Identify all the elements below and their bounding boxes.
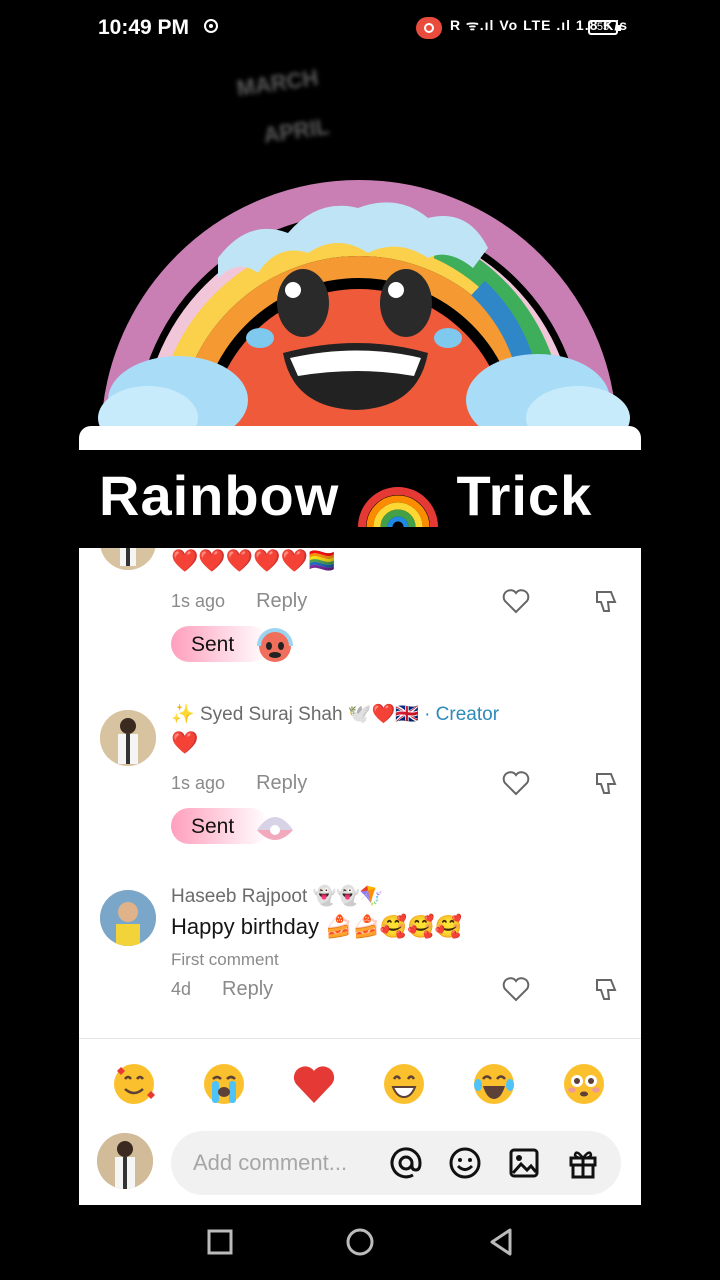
comment-text: ❤️ bbox=[171, 730, 199, 755]
sent-status-pill: Sent bbox=[171, 626, 293, 662]
home-icon[interactable] bbox=[345, 1227, 375, 1257]
flushed-face-icon[interactable] bbox=[561, 1061, 607, 1107]
sent-status-pill: Sent bbox=[171, 808, 293, 844]
dislike-icon[interactable] bbox=[591, 768, 621, 798]
like-heart-icon[interactable] bbox=[501, 974, 531, 1004]
crying-face-icon bbox=[257, 628, 293, 662]
status-bar: 10:49 PM R ᯤ.ıl Vo LTE .ıl 1.8 K/s 55 bbox=[0, 0, 720, 58]
system-nav-bar bbox=[0, 1205, 720, 1280]
rainbow-sticker bbox=[98, 180, 630, 450]
beaming-face-icon[interactable] bbox=[381, 1061, 427, 1107]
smiling-face-with-hearts-icon[interactable] bbox=[111, 1061, 157, 1107]
creator-badge: · Creator bbox=[424, 704, 500, 725]
video-player[interactable]: MARCH APRIL Rainbow Trick bbox=[0, 58, 720, 548]
comment-text: ❤️❤️❤️❤️❤️🏳️‍🌈 bbox=[171, 548, 336, 573]
comment-meta: 4d Reply bbox=[171, 978, 274, 1000]
avatar[interactable] bbox=[100, 890, 156, 946]
red-heart-icon[interactable] bbox=[291, 1061, 337, 1107]
comment-username[interactable]: Haseeb Rajpoot 👻👻🪁 bbox=[171, 884, 384, 908]
image-icon[interactable] bbox=[507, 1146, 541, 1180]
current-user-avatar[interactable] bbox=[97, 1133, 153, 1189]
comment-username[interactable]: ✨ Syed Suraj Shah 🕊️❤️🇬🇧 · Creator bbox=[171, 702, 499, 726]
avatar[interactable] bbox=[100, 548, 156, 570]
rainbow-icon bbox=[357, 487, 438, 528]
location-icon bbox=[204, 19, 218, 33]
avatar[interactable] bbox=[100, 710, 156, 766]
comment-meta: 1s ago Reply bbox=[171, 772, 308, 794]
gift-icon[interactable] bbox=[566, 1146, 600, 1180]
dislike-icon[interactable] bbox=[591, 974, 621, 1004]
comments-panel: ❤️❤️❤️❤️❤️🏳️‍🌈 1s ago Reply Sent ✨ Syed … bbox=[79, 548, 641, 1205]
dislike-icon[interactable] bbox=[591, 586, 621, 616]
reply-button[interactable]: Reply bbox=[222, 978, 273, 1000]
quick-emoji-bar bbox=[79, 1038, 641, 1119]
recent-apps-icon[interactable] bbox=[205, 1227, 235, 1257]
like-heart-icon[interactable] bbox=[501, 586, 531, 616]
status-time: 10:49 PM bbox=[98, 16, 190, 39]
like-heart-icon[interactable] bbox=[501, 768, 531, 798]
loudly-crying-face-icon[interactable] bbox=[201, 1061, 247, 1107]
comment-meta: 1s ago Reply bbox=[171, 590, 308, 612]
video-title: Rainbow Trick bbox=[99, 463, 592, 531]
back-icon[interactable] bbox=[486, 1227, 516, 1257]
comment-input[interactable]: Add comment... bbox=[171, 1131, 621, 1195]
comment-input-placeholder: Add comment... bbox=[193, 1150, 348, 1175]
comment-input-row: Add comment... bbox=[79, 1123, 641, 1205]
screen-record-icon bbox=[416, 17, 442, 39]
reply-button[interactable]: Reply bbox=[256, 590, 307, 612]
battery-icon: 55 bbox=[588, 20, 621, 35]
sticker-base bbox=[79, 426, 641, 450]
face-with-tears-of-joy-icon[interactable] bbox=[471, 1061, 517, 1107]
oyster-pearl-icon bbox=[257, 817, 293, 840]
reply-button[interactable]: Reply bbox=[256, 772, 307, 794]
first-comment-label: First comment bbox=[171, 950, 279, 969]
comment-text: Happy birthday 🍰🍰🥰🥰🥰 bbox=[171, 914, 463, 939]
mention-icon[interactable] bbox=[389, 1146, 423, 1180]
emoji-icon[interactable] bbox=[448, 1146, 482, 1180]
